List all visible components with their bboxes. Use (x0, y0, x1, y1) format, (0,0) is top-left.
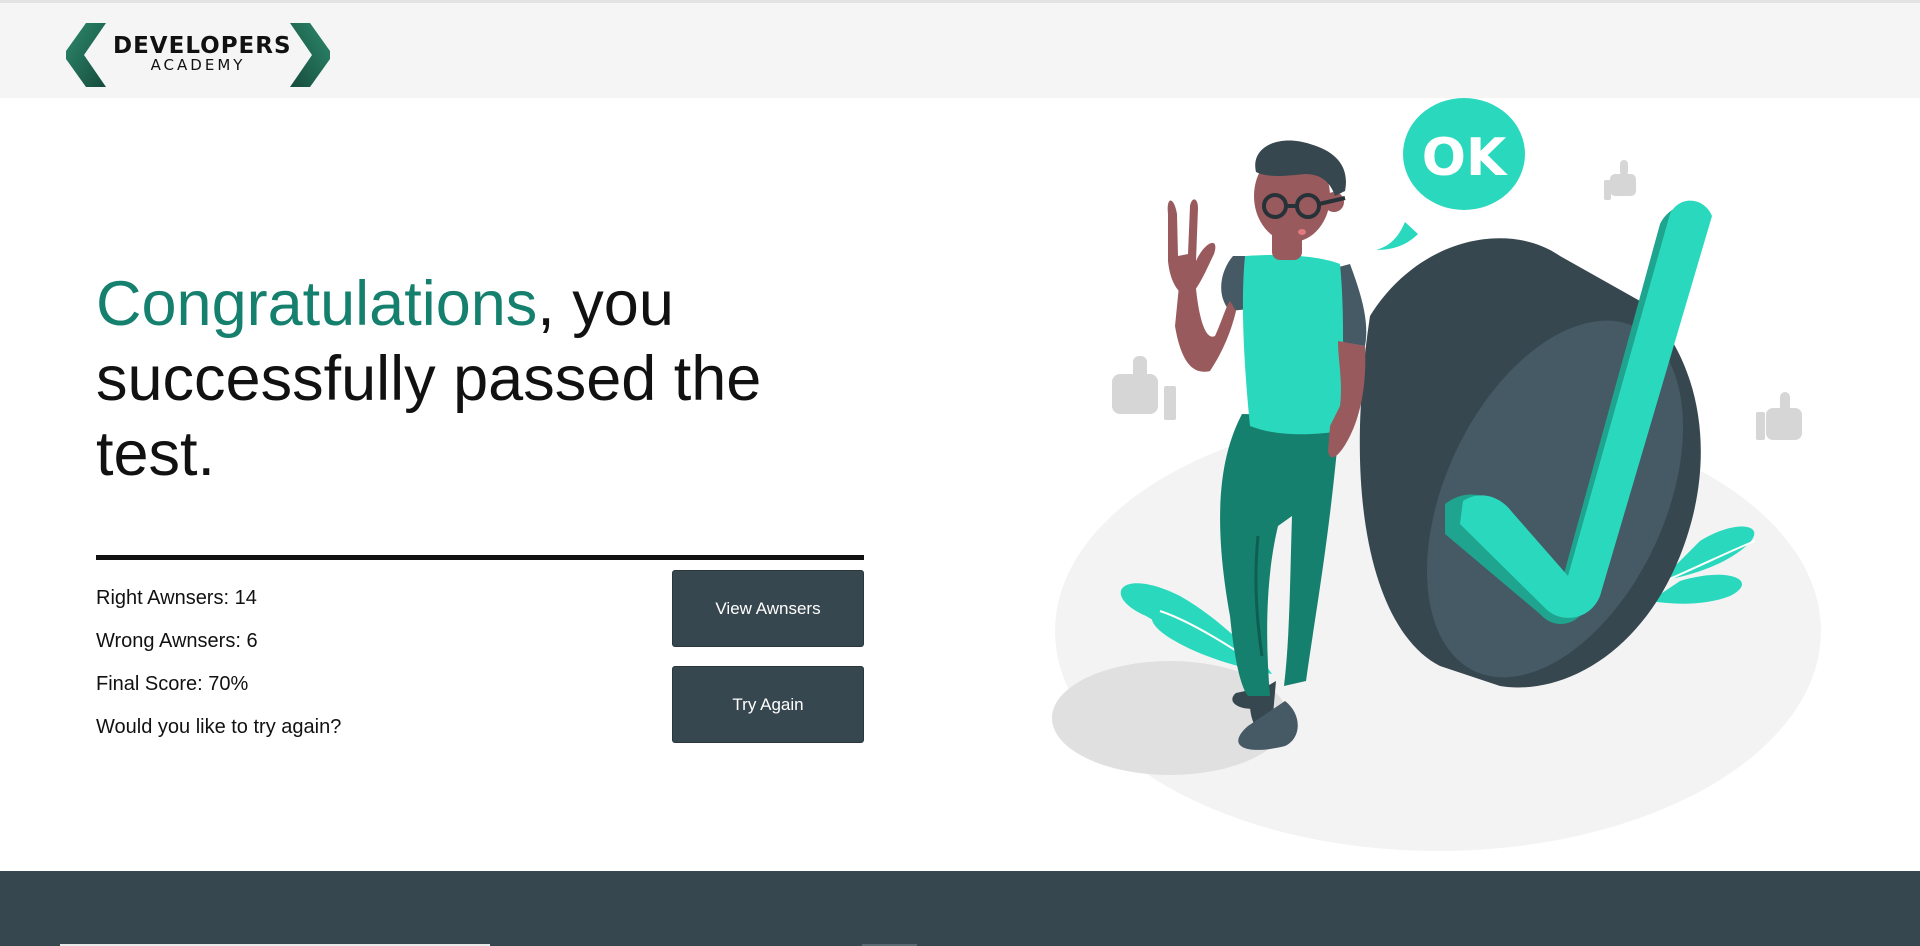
logo-subtitle: ACADEMY (150, 56, 246, 74)
developers-academy-logo[interactable]: DEVELOPERS ACADEMY (66, 23, 330, 87)
result-heading: Congratulations, you successfully passed… (96, 267, 816, 492)
view-answers-button[interactable]: View Awnsers (672, 570, 864, 647)
thumbs-up-icon (1756, 392, 1802, 440)
site-footer (0, 871, 1920, 946)
divider (96, 555, 864, 560)
logo-wordmark: DEVELOPERS ACADEMY (113, 33, 292, 74)
try-again-button[interactable]: Try Again (672, 666, 864, 743)
results-summary: Right Awnsers: 14 Wrong Awnsers: 6 Final… (96, 577, 341, 749)
final-score: Final Score: 70% (96, 673, 249, 695)
logo-name: DEVELOPERS (113, 33, 292, 59)
right-answers: Right Awnsers: 14 (96, 587, 257, 609)
wrong-answers: Wrong Awnsers: 6 (96, 630, 258, 652)
site-header: DEVELOPERS ACADEMY (0, 0, 1920, 98)
bubble-text: OK (1422, 128, 1508, 188)
thumbs-up-icon (1604, 160, 1636, 200)
chevron-left-icon (66, 23, 106, 87)
ok-speech-bubble: OK (1376, 98, 1525, 250)
try-again-prompt: Would you like to try again? (96, 716, 342, 738)
thumbs-up-icon (1112, 356, 1176, 420)
heading-accent: Congratulations (96, 269, 538, 339)
chevron-right-icon (290, 23, 330, 87)
success-illustration: OK (1052, 98, 1821, 851)
